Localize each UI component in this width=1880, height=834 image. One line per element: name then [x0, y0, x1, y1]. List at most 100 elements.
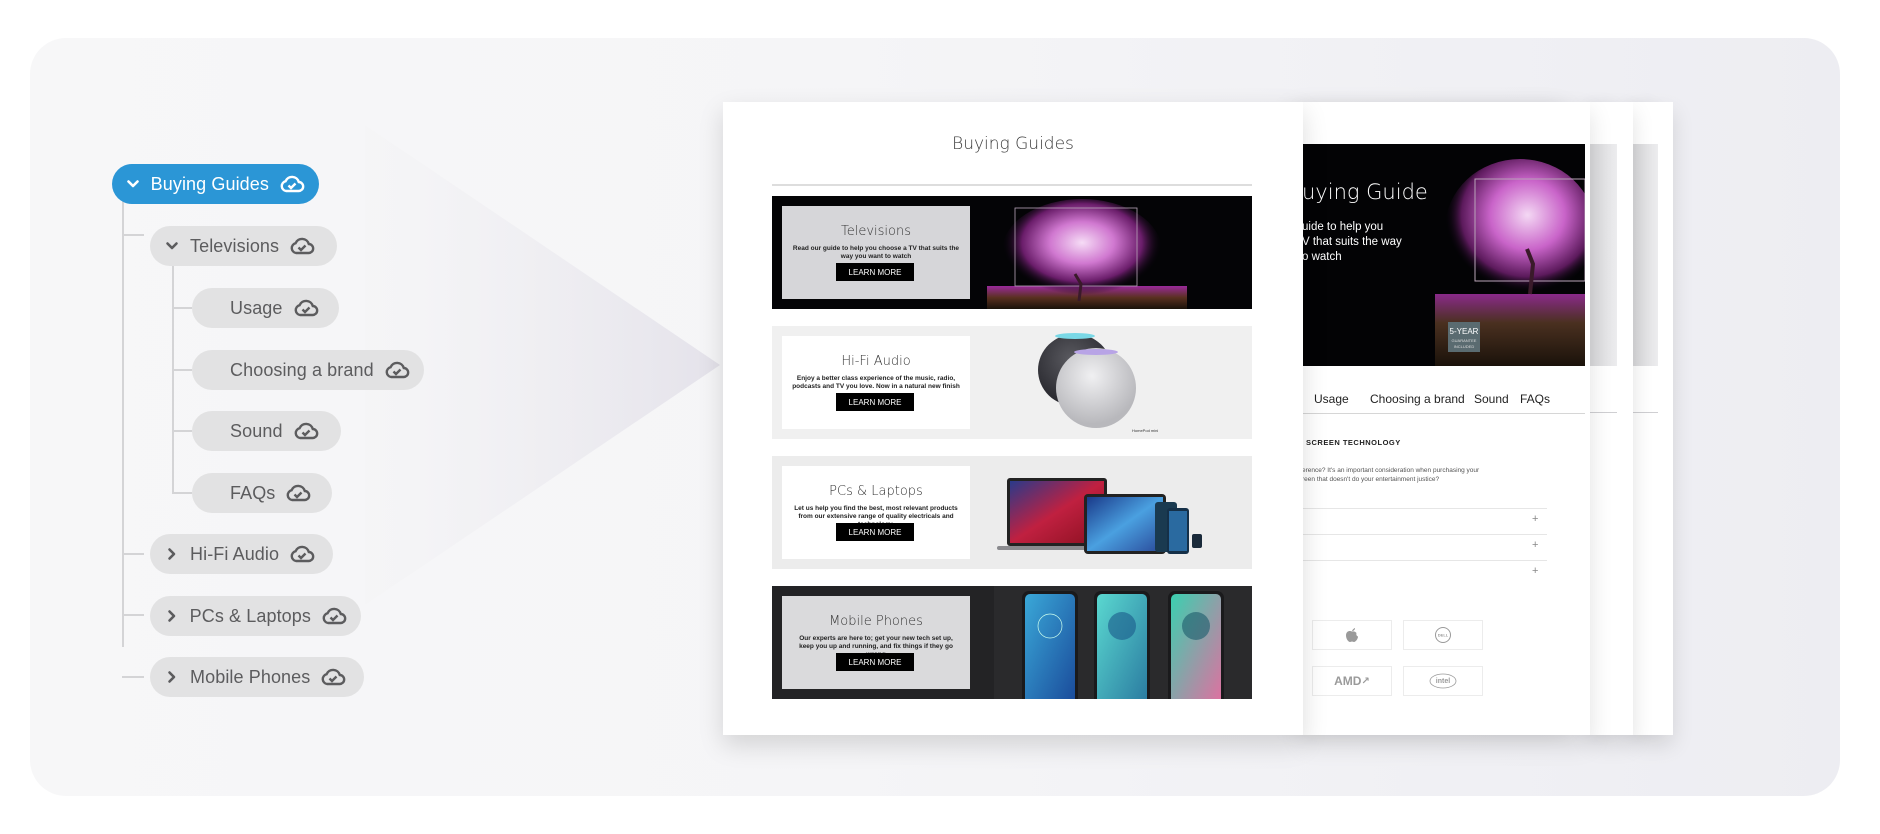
tree-node-label: Mobile Phones	[190, 666, 311, 687]
tree-node-mobile-phones[interactable]: Mobile Phones	[150, 657, 364, 697]
svg-text:GUARANTEE: GUARANTEE	[1452, 338, 1477, 343]
brand-amd[interactable]: AMD ↗	[1312, 666, 1392, 696]
homepod-mini-image: HomePod mini	[1038, 333, 1158, 433]
banner-panel: Hi-Fi Audio Enjoy a better class experie…	[782, 336, 970, 429]
page-preview-buying-guides: Buying Guides Televisions Read our guide…	[723, 102, 1303, 735]
banner-heading: PCs & Laptops	[829, 484, 923, 499]
tab-choosing-a-brand[interactable]: Choosing a brand	[1370, 392, 1465, 406]
amd-logo-icon: AMD	[1334, 674, 1362, 688]
cloud-check-icon	[320, 667, 346, 687]
learn-more-button[interactable]: LEARN MORE	[836, 523, 914, 541]
section-heading: SCREEN TECHNOLOGY	[1306, 438, 1401, 447]
tree-line	[172, 255, 174, 493]
hero-text: uide to help you V that suits the way o …	[1302, 221, 1402, 263]
banner-mobile-phones[interactable]: Mobile Phones Our experts are here to; g…	[772, 586, 1252, 699]
accordion-expand-1[interactable]: +	[1532, 513, 1538, 525]
moto-phones-image	[994, 586, 1252, 699]
tree-node-label: Hi-Fi Audio	[190, 543, 280, 564]
banner-panel: PCs & Laptops Let us help you find the b…	[782, 466, 970, 559]
tree-line	[172, 307, 192, 309]
intel-logo-icon: intel	[1429, 673, 1457, 689]
banner-text: Read our guide to help you choose a TV t…	[792, 245, 960, 260]
tree-line	[122, 553, 144, 555]
banner-televisions[interactable]: Televisions Read our guide to help you c…	[772, 196, 1252, 309]
learn-more-button[interactable]: LEARN MORE	[836, 653, 914, 671]
tree-node-pcs-laptops[interactable]: PCs & Laptops	[150, 596, 361, 636]
tree-line	[122, 676, 144, 678]
page-preview-televisions: uying Guide uide to help you V that suit…	[1302, 102, 1590, 735]
cloud-check-icon	[285, 483, 311, 503]
tree-node-label: Usage	[230, 297, 283, 318]
banner-panel: Mobile Phones Our experts are here to; g…	[782, 596, 970, 689]
banner-text: Enjoy a better class experience of the m…	[792, 375, 960, 390]
tree-line	[172, 369, 192, 371]
tree-node-faqs[interactable]: FAQs	[192, 473, 332, 513]
banner-heading: Mobile Phones	[829, 614, 923, 629]
page-preview-3	[1590, 102, 1633, 735]
chevron-down-icon[interactable]	[164, 238, 180, 254]
oled-tv-image: 5-YEAR GUARANTEE INCLUDED	[1435, 159, 1585, 366]
tree-node-sound[interactable]: Sound	[192, 411, 341, 451]
svg-text:5-YEAR: 5-YEAR	[1450, 327, 1479, 336]
cloud-check-icon	[384, 360, 410, 380]
banner-heading: Hi-Fi Audio	[841, 354, 911, 369]
tab-sound[interactable]: Sound	[1474, 392, 1509, 406]
page-preview-4	[1633, 102, 1673, 735]
banner-hi-fi-audio[interactable]: Hi-Fi Audio Enjoy a better class experie…	[772, 326, 1252, 439]
tree-node-label: Buying Guides	[150, 173, 269, 194]
learn-more-button[interactable]: LEARN MORE	[836, 393, 914, 411]
banner-panel: Televisions Read our guide to help you c…	[782, 206, 970, 299]
chevron-right-icon[interactable]	[164, 546, 180, 562]
learn-more-button[interactable]: LEARN MORE	[836, 263, 914, 281]
tree-node-choosing-a-brand[interactable]: Choosing a brand	[192, 350, 424, 390]
oled-tv-image	[987, 199, 1187, 309]
tree-node-hi-fi-audio[interactable]: Hi-Fi Audio	[150, 534, 333, 574]
apple-logo-icon	[1346, 628, 1358, 642]
tree-line	[122, 614, 144, 616]
accordion-divider	[1302, 560, 1547, 561]
dell-logo-icon: DELL	[1435, 627, 1451, 643]
hero-title: uying Guide	[1302, 180, 1428, 204]
tree-node-buying-guides[interactable]: Buying Guides	[112, 164, 319, 204]
svg-text:INCLUDED: INCLUDED	[1454, 344, 1475, 349]
tree-node-televisions[interactable]: Televisions	[150, 226, 337, 266]
hero-banner: uying Guide uide to help you V that suit…	[1302, 144, 1585, 366]
tree-node-label: Choosing a brand	[230, 359, 374, 380]
banner-pcs-laptops[interactable]: PCs & Laptops Let us help you find the b…	[772, 456, 1252, 569]
cloud-check-icon	[279, 174, 305, 194]
tabs-divider	[1302, 413, 1585, 414]
cloud-check-icon	[289, 236, 315, 256]
cloud-check-icon	[289, 544, 315, 564]
tree-line	[172, 430, 192, 432]
tab-usage[interactable]: Usage	[1314, 392, 1349, 406]
banner-heading: Televisions	[841, 224, 911, 239]
brand-intel[interactable]: intel	[1403, 666, 1483, 696]
svg-text:DELL: DELL	[1438, 633, 1449, 638]
image-caption: HomePod mini	[1132, 428, 1158, 433]
accordion-divider	[1302, 534, 1547, 535]
apple-devices-image	[997, 478, 1202, 554]
brand-apple[interactable]	[1312, 620, 1392, 650]
title-divider	[772, 184, 1252, 186]
tree-node-label: Televisions	[190, 235, 280, 256]
tab-faqs[interactable]: FAQs	[1520, 392, 1550, 406]
svg-text:intel: intel	[1436, 678, 1450, 685]
section-text: erence? It's an important consideration …	[1302, 467, 1480, 483]
cloud-check-icon	[321, 606, 347, 626]
tree-line	[122, 234, 144, 236]
tree-node-label: FAQs	[230, 482, 276, 503]
accordion-expand-3[interactable]: +	[1532, 565, 1538, 577]
tree-node-usage[interactable]: Usage	[192, 288, 339, 328]
tree-line	[172, 492, 192, 494]
chevron-right-icon[interactable]	[164, 669, 180, 685]
cloud-check-icon	[293, 298, 319, 318]
accordion-expand-2[interactable]: +	[1532, 539, 1538, 551]
chevron-down-icon[interactable]	[126, 176, 141, 192]
tree-node-label: PCs & Laptops	[189, 605, 311, 626]
tree-node-label: Sound	[230, 420, 283, 441]
chevron-right-icon[interactable]	[164, 608, 180, 624]
brand-dell[interactable]: DELL	[1403, 620, 1483, 650]
tree-line	[122, 195, 124, 647]
page-title: Buying Guides	[952, 134, 1074, 154]
cloud-check-icon	[293, 421, 319, 441]
